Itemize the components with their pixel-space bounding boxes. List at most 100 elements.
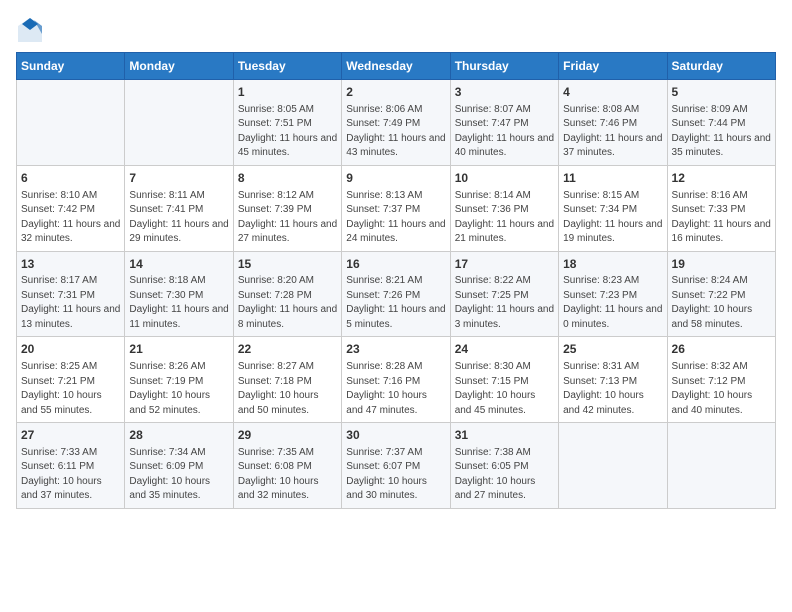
calendar-cell: 17Sunrise: 8:22 AM Sunset: 7:25 PM Dayli… — [450, 251, 558, 337]
calendar-cell: 26Sunrise: 8:32 AM Sunset: 7:12 PM Dayli… — [667, 337, 775, 423]
logo-icon — [16, 16, 44, 44]
day-number: 13 — [21, 256, 120, 273]
calendar-cell — [17, 80, 125, 166]
calendar-cell: 12 Sunrise: 8:16 AM Sunset: 7:33 PM Dayli… — [667, 165, 775, 251]
calendar-week-row: 27Sunrise: 7:33 AM Sunset: 6:11 PM Dayli… — [17, 423, 776, 509]
day-of-week-header: Tuesday — [233, 53, 341, 80]
day-number: 21 — [129, 341, 228, 358]
day-number: 6 — [21, 170, 120, 187]
calendar-cell: 3 Sunrise: 8:07 AM Sunset: 7:47 PM Daylig… — [450, 80, 558, 166]
calendar-cell: 30 Sunrise: 7:37 AM Sunset: 6:07 PM Dayli… — [342, 423, 450, 509]
calendar-week-row: 20 Sunrise: 8:25 AM Sunset: 7:21 PM Dayli… — [17, 337, 776, 423]
calendar-cell: 21 Sunrise: 8:26 AM Sunset: 7:19 PM Dayli… — [125, 337, 233, 423]
day-detail: Sunrise: 8:05 AM Sunset: 7:51 PM Dayligh… — [238, 103, 337, 161]
calendar-cell: 25 Sunrise: 8:31 AM Sunset: 7:13 PM Dayli… — [559, 337, 667, 423]
day-detail: Sunrise: 8:06 AM Sunset: 7:49 PM Dayligh… — [346, 103, 445, 161]
day-detail: Sunrise: 8:15 AM Sunset: 7:34 PM Dayligh… — [563, 189, 662, 247]
day-detail: Sunrise: 8:10 AM Sunset: 7:42 PM Dayligh… — [21, 189, 120, 247]
calendar-cell: 8 Sunrise: 8:12 AM Sunset: 7:39 PM Daylig… — [233, 165, 341, 251]
calendar-cell: 5 Sunrise: 8:09 AM Sunset: 7:44 PM Daylig… — [667, 80, 775, 166]
day-number: 24 — [455, 341, 554, 358]
day-detail: Sunrise: 8:12 AM Sunset: 7:39 PM Dayligh… — [238, 189, 337, 247]
calendar-table: SundayMondayTuesdayWednesdayThursdayFrid… — [16, 52, 776, 509]
day-detail: Sunrise: 8:26 AM Sunset: 7:19 PM Dayligh… — [129, 360, 228, 418]
calendar-cell: 6 Sunrise: 8:10 AM Sunset: 7:42 PM Daylig… — [17, 165, 125, 251]
day-detail: Sunrise: 8:27 AM Sunset: 7:18 PM Dayligh… — [238, 360, 337, 418]
day-number: 30 — [346, 427, 445, 444]
day-number: 31 — [455, 427, 554, 444]
day-number: 1 — [238, 84, 337, 101]
calendar-week-row: 13Sunrise: 8:17 AM Sunset: 7:31 PM Dayli… — [17, 251, 776, 337]
day-detail: Sunrise: 8:16 AM Sunset: 7:33 PM Dayligh… — [672, 189, 771, 247]
calendar-cell: 19Sunrise: 8:24 AM Sunset: 7:22 PM Dayli… — [667, 251, 775, 337]
day-number: 25 — [563, 341, 662, 358]
day-detail: Sunrise: 8:11 AM Sunset: 7:41 PM Dayligh… — [129, 189, 228, 247]
calendar-cell: 27Sunrise: 7:33 AM Sunset: 6:11 PM Dayli… — [17, 423, 125, 509]
day-detail: Sunrise: 7:34 AM Sunset: 6:09 PM Dayligh… — [129, 446, 228, 504]
calendar-week-row: 6 Sunrise: 8:10 AM Sunset: 7:42 PM Daylig… — [17, 165, 776, 251]
day-detail: Sunrise: 8:14 AM Sunset: 7:36 PM Dayligh… — [455, 189, 554, 247]
day-number: 7 — [129, 170, 228, 187]
day-detail: Sunrise: 7:37 AM Sunset: 6:07 PM Dayligh… — [346, 446, 445, 504]
calendar-cell: 24 Sunrise: 8:30 AM Sunset: 7:15 PM Dayli… — [450, 337, 558, 423]
calendar-cell: 9Sunrise: 8:13 AM Sunset: 7:37 PM Daylig… — [342, 165, 450, 251]
page-header — [16, 16, 776, 44]
day-number: 3 — [455, 84, 554, 101]
calendar-cell: 18Sunrise: 8:23 AM Sunset: 7:23 PM Dayli… — [559, 251, 667, 337]
day-of-week-header: Friday — [559, 53, 667, 80]
day-number: 26 — [672, 341, 771, 358]
day-detail: Sunrise: 8:24 AM Sunset: 7:22 PM Dayligh… — [672, 274, 771, 332]
calendar-cell — [125, 80, 233, 166]
day-detail: Sunrise: 8:23 AM Sunset: 7:23 PM Dayligh… — [563, 274, 662, 332]
day-detail: Sunrise: 8:08 AM Sunset: 7:46 PM Dayligh… — [563, 103, 662, 161]
calendar-cell: 7 Sunrise: 8:11 AM Sunset: 7:41 PM Daylig… — [125, 165, 233, 251]
day-of-week-header: Saturday — [667, 53, 775, 80]
calendar-cell: 14Sunrise: 8:18 AM Sunset: 7:30 PM Dayli… — [125, 251, 233, 337]
calendar-week-row: 1 Sunrise: 8:05 AM Sunset: 7:51 PM Daylig… — [17, 80, 776, 166]
calendar-cell: 4 Sunrise: 8:08 AM Sunset: 7:46 PM Daylig… — [559, 80, 667, 166]
calendar-cell: 16Sunrise: 8:21 AM Sunset: 7:26 PM Dayli… — [342, 251, 450, 337]
calendar-cell: 2Sunrise: 8:06 AM Sunset: 7:49 PM Daylig… — [342, 80, 450, 166]
day-number: 9 — [346, 170, 445, 187]
day-detail: Sunrise: 8:25 AM Sunset: 7:21 PM Dayligh… — [21, 360, 120, 418]
day-detail: Sunrise: 8:30 AM Sunset: 7:15 PM Dayligh… — [455, 360, 554, 418]
day-detail: Sunrise: 8:09 AM Sunset: 7:44 PM Dayligh… — [672, 103, 771, 161]
day-detail: Sunrise: 8:31 AM Sunset: 7:13 PM Dayligh… — [563, 360, 662, 418]
day-detail: Sunrise: 8:18 AM Sunset: 7:30 PM Dayligh… — [129, 274, 228, 332]
day-number: 22 — [238, 341, 337, 358]
day-of-week-header: Monday — [125, 53, 233, 80]
calendar-cell: 11 Sunrise: 8:15 AM Sunset: 7:34 PM Dayli… — [559, 165, 667, 251]
day-detail: Sunrise: 8:22 AM Sunset: 7:25 PM Dayligh… — [455, 274, 554, 332]
day-number: 11 — [563, 170, 662, 187]
day-detail: Sunrise: 7:33 AM Sunset: 6:11 PM Dayligh… — [21, 446, 120, 504]
calendar-cell: 15Sunrise: 8:20 AM Sunset: 7:28 PM Dayli… — [233, 251, 341, 337]
day-number: 12 — [672, 170, 771, 187]
day-number: 18 — [563, 256, 662, 273]
day-number: 5 — [672, 84, 771, 101]
day-number: 14 — [129, 256, 228, 273]
day-number: 10 — [455, 170, 554, 187]
calendar-cell — [667, 423, 775, 509]
day-detail: Sunrise: 7:38 AM Sunset: 6:05 PM Dayligh… — [455, 446, 554, 504]
day-number: 16 — [346, 256, 445, 273]
calendar-cell: 1 Sunrise: 8:05 AM Sunset: 7:51 PM Daylig… — [233, 80, 341, 166]
day-number: 23 — [346, 341, 445, 358]
day-detail: Sunrise: 8:07 AM Sunset: 7:47 PM Dayligh… — [455, 103, 554, 161]
day-detail: Sunrise: 8:17 AM Sunset: 7:31 PM Dayligh… — [21, 274, 120, 332]
day-of-week-header: Thursday — [450, 53, 558, 80]
day-number: 28 — [129, 427, 228, 444]
day-detail: Sunrise: 8:20 AM Sunset: 7:28 PM Dayligh… — [238, 274, 337, 332]
day-number: 8 — [238, 170, 337, 187]
calendar-header-row: SundayMondayTuesdayWednesdayThursdayFrid… — [17, 53, 776, 80]
calendar-cell: 13Sunrise: 8:17 AM Sunset: 7:31 PM Dayli… — [17, 251, 125, 337]
day-detail: Sunrise: 8:21 AM Sunset: 7:26 PM Dayligh… — [346, 274, 445, 332]
calendar-cell: 20 Sunrise: 8:25 AM Sunset: 7:21 PM Dayli… — [17, 337, 125, 423]
day-number: 4 — [563, 84, 662, 101]
day-number: 17 — [455, 256, 554, 273]
day-number: 20 — [21, 341, 120, 358]
day-detail: Sunrise: 7:35 AM Sunset: 6:08 PM Dayligh… — [238, 446, 337, 504]
calendar-cell: 29 Sunrise: 7:35 AM Sunset: 6:08 PM Dayli… — [233, 423, 341, 509]
day-of-week-header: Sunday — [17, 53, 125, 80]
calendar-cell: 23Sunrise: 8:28 AM Sunset: 7:16 PM Dayli… — [342, 337, 450, 423]
day-number: 29 — [238, 427, 337, 444]
